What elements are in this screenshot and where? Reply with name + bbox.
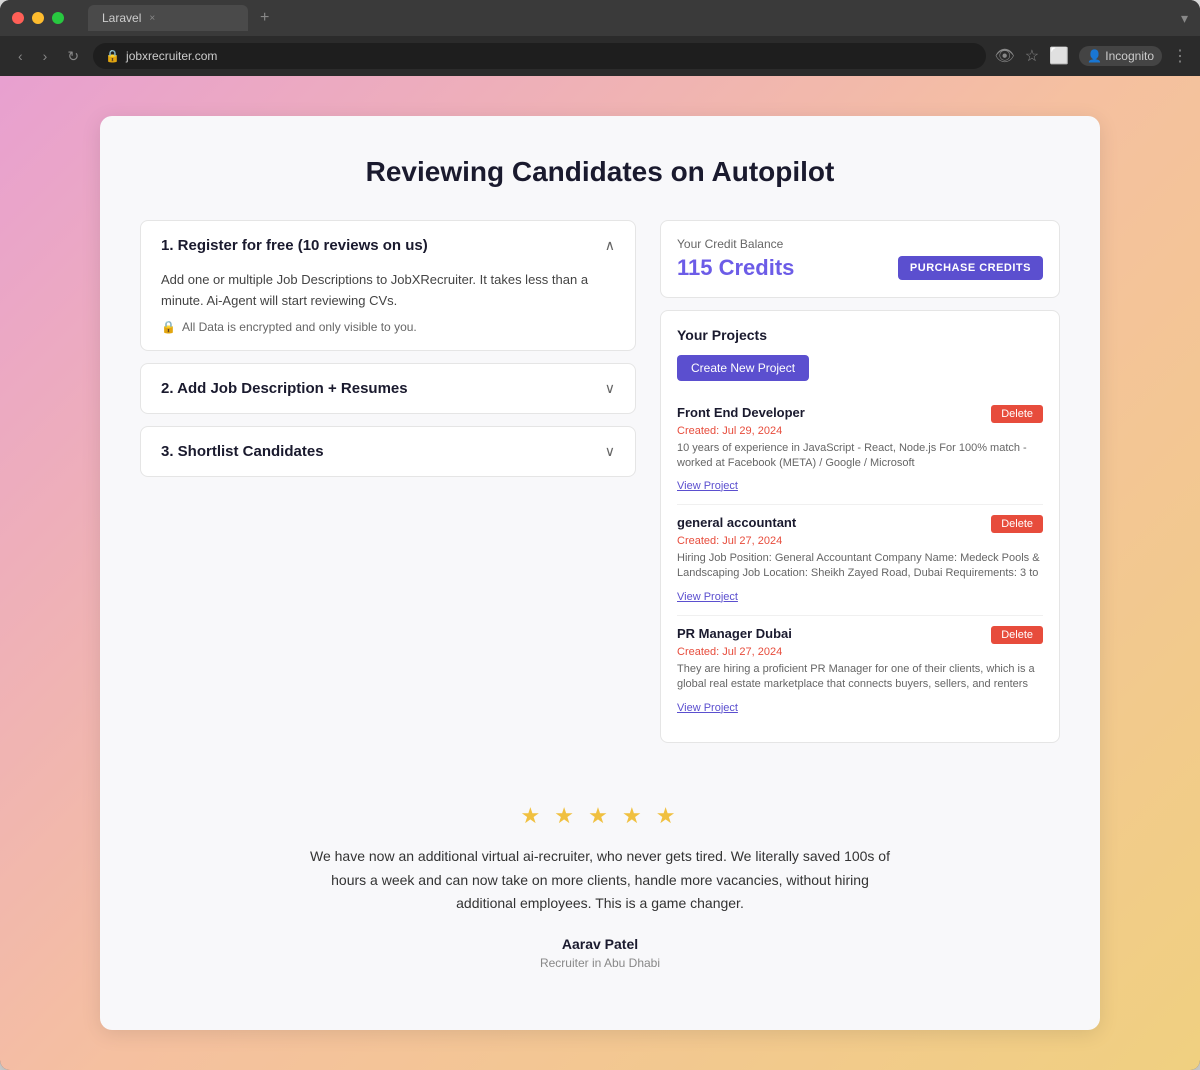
project-name-3: PR Manager Dubai bbox=[677, 626, 792, 641]
credit-amount: 115 Credits bbox=[677, 255, 794, 281]
project-date-3: Created: Jul 27, 2024 bbox=[677, 646, 1043, 658]
browser-tab[interactable]: Laravel × bbox=[88, 5, 248, 31]
project-item-2: general accountant Delete Created: Jul 2… bbox=[677, 505, 1043, 616]
project-item-header-3: PR Manager Dubai Delete bbox=[677, 626, 1043, 644]
accordion-header-3[interactable]: 3. Shortlist Candidates ∨ bbox=[141, 427, 635, 476]
project-name-1: Front End Developer bbox=[677, 405, 805, 420]
browser-actions: 👁 ☆ ⬜ 👤 Incognito ⋮ bbox=[994, 46, 1188, 66]
extension-icon[interactable]: ⬜ bbox=[1049, 46, 1069, 66]
accordion-body-text-1: Add one or multiple Job Descriptions to … bbox=[161, 270, 615, 312]
accordion-title-1: 1. Register for free (10 reviews on us) bbox=[161, 237, 428, 254]
url-text: jobxrecruiter.com bbox=[126, 49, 217, 63]
accordion-title-3: 3. Shortlist Candidates bbox=[161, 443, 324, 460]
project-date-1: Created: Jul 29, 2024 bbox=[677, 425, 1043, 437]
chevron-up-icon-1: ∧ bbox=[605, 237, 615, 254]
view-project-link-1[interactable]: View Project bbox=[677, 480, 738, 492]
credit-label: Your Credit Balance bbox=[677, 237, 1043, 251]
bookmark-icon[interactable]: ☆ bbox=[1025, 46, 1039, 66]
new-tab-button[interactable]: + bbox=[260, 9, 269, 27]
purchase-credits-button[interactable]: PURCHASE CREDITS bbox=[898, 256, 1043, 280]
back-button[interactable]: ‹ bbox=[12, 44, 29, 68]
project-desc-2: Hiring Job Position: General Accountant … bbox=[677, 551, 1043, 583]
project-item-header-1: Front End Developer Delete bbox=[677, 405, 1043, 423]
project-desc-1: 10 years of experience in JavaScript - R… bbox=[677, 441, 1043, 472]
credit-row: 115 Credits PURCHASE CREDITS bbox=[677, 255, 1043, 281]
project-date-2: Created: Jul 27, 2024 bbox=[677, 535, 1043, 547]
lock-secure-icon: 🔒 bbox=[105, 49, 120, 63]
browser-toolbar: ‹ › ↻ 🔒 jobxrecruiter.com 👁 ☆ ⬜ 👤 Incogn… bbox=[0, 36, 1200, 76]
star-rating: ★ ★ ★ ★ ★ bbox=[160, 803, 1040, 829]
view-project-link-3[interactable]: View Project bbox=[677, 702, 738, 714]
browser-window: Laravel × + ▾ ‹ › ↻ 🔒 jobxrecruiter.com … bbox=[0, 0, 1200, 1070]
author-title: Recruiter in Abu Dhabi bbox=[160, 956, 1040, 970]
credit-balance-card: Your Credit Balance 115 Credits PURCHASE… bbox=[660, 220, 1060, 298]
accordion-item-3: 3. Shortlist Candidates ∨ bbox=[140, 426, 636, 477]
maximize-button[interactable] bbox=[52, 12, 64, 24]
chevron-down-icon-3: ∨ bbox=[605, 443, 615, 460]
accordion-item-1: 1. Register for free (10 reviews on us) … bbox=[140, 220, 636, 351]
lock-icon-1: 🔒 bbox=[161, 320, 176, 334]
tab-title: Laravel bbox=[102, 11, 141, 25]
project-item-1: Front End Developer Delete Created: Jul … bbox=[677, 395, 1043, 505]
project-name-2: general accountant bbox=[677, 515, 796, 530]
project-desc-3: They are hiring a proficient PR Manager … bbox=[677, 662, 1043, 694]
page-container: Reviewing Candidates on Autopilot 1. Reg… bbox=[100, 116, 1100, 1030]
address-bar[interactable]: 🔒 jobxrecruiter.com bbox=[93, 43, 986, 69]
create-project-button[interactable]: Create New Project bbox=[677, 355, 809, 381]
author-name: Aarav Patel bbox=[160, 936, 1040, 952]
close-button[interactable] bbox=[12, 12, 24, 24]
right-panel: Your Credit Balance 115 Credits PURCHASE… bbox=[660, 220, 1060, 743]
incognito-label: 👤 Incognito bbox=[1079, 46, 1162, 66]
accordion-header-2[interactable]: 2. Add Job Description + Resumes ∨ bbox=[141, 364, 635, 413]
browser-titlebar: Laravel × + ▾ bbox=[0, 0, 1200, 36]
lock-info-1: 🔒 All Data is encrypted and only visible… bbox=[161, 320, 615, 334]
tab-close-icon[interactable]: × bbox=[149, 13, 155, 24]
accordion-item-2: 2. Add Job Description + Resumes ∨ bbox=[140, 363, 636, 414]
testimonial-section: ★ ★ ★ ★ ★ We have now an additional virt… bbox=[140, 783, 1060, 990]
projects-panel: Your Projects Create New Project Front E… bbox=[660, 310, 1060, 743]
accordion-title-2: 2. Add Job Description + Resumes bbox=[161, 380, 408, 397]
accordion-header-1[interactable]: 1. Register for free (10 reviews on us) … bbox=[141, 221, 635, 270]
delete-project-button-3[interactable]: Delete bbox=[991, 626, 1043, 644]
lock-text-1: All Data is encrypted and only visible t… bbox=[182, 320, 417, 334]
delete-project-button-2[interactable]: Delete bbox=[991, 515, 1043, 533]
chevron-down-icon-2: ∨ bbox=[605, 380, 615, 397]
page-title: Reviewing Candidates on Autopilot bbox=[140, 156, 1060, 188]
forward-button[interactable]: › bbox=[37, 44, 54, 68]
accordion-section: 1. Register for free (10 reviews on us) … bbox=[140, 220, 636, 489]
project-item-header-2: general accountant Delete bbox=[677, 515, 1043, 533]
reload-button[interactable]: ↻ bbox=[61, 44, 85, 69]
eye-slash-icon: 👁 bbox=[994, 46, 1014, 66]
projects-title: Your Projects bbox=[677, 327, 1043, 343]
more-options-icon[interactable]: ⋮ bbox=[1172, 46, 1188, 66]
accordion-body-1: Add one or multiple Job Descriptions to … bbox=[141, 270, 635, 350]
view-project-link-2[interactable]: View Project bbox=[677, 591, 738, 603]
testimonial-text: We have now an additional virtual ai-rec… bbox=[300, 845, 900, 916]
delete-project-button-1[interactable]: Delete bbox=[991, 405, 1043, 423]
project-item-3: PR Manager Dubai Delete Created: Jul 27,… bbox=[677, 616, 1043, 726]
page-background: Reviewing Candidates on Autopilot 1. Reg… bbox=[0, 76, 1200, 1070]
two-column-layout: 1. Register for free (10 reviews on us) … bbox=[140, 220, 1060, 743]
window-collapse-icon[interactable]: ▾ bbox=[1181, 10, 1188, 27]
minimize-button[interactable] bbox=[32, 12, 44, 24]
